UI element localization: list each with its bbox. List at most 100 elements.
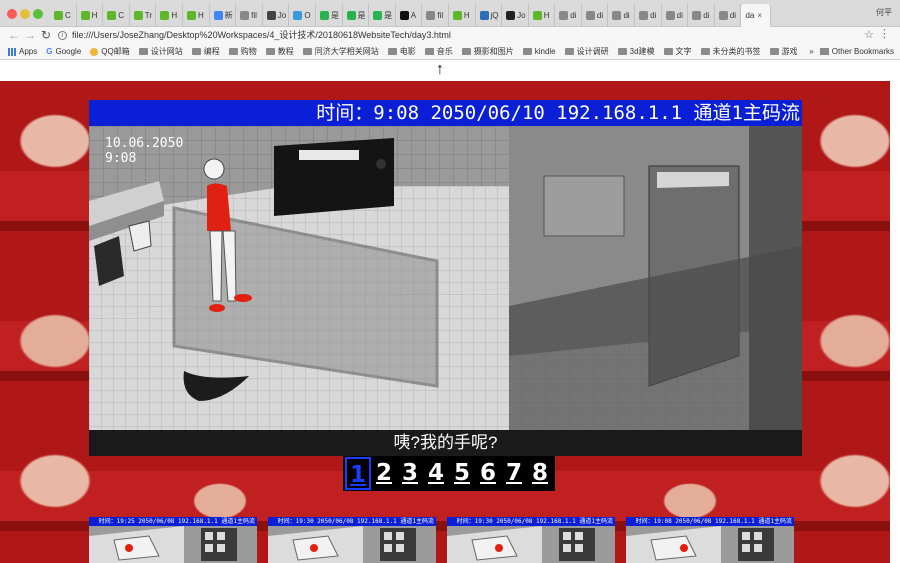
scene-thumbnail[interactable]: 时间：19:25 2050/06/08 192.168.1.1 通道1主码流 (89, 517, 257, 563)
tab-label: H (171, 11, 178, 20)
bookmark-star-icon[interactable]: ☆ (864, 28, 874, 41)
tab-label: fil (437, 11, 444, 20)
bookmark-item[interactable]: G Google (46, 47, 81, 56)
browser-tab[interactable]: H (183, 4, 210, 27)
page-link-5[interactable]: 5 (449, 457, 475, 490)
browser-tab[interactable]: fil (422, 4, 449, 27)
browser-tab[interactable]: di (715, 4, 742, 27)
bookmark-item[interactable]: 设计调研 (564, 46, 609, 57)
page-link-2[interactable]: 2 (371, 457, 397, 490)
bookmark-item[interactable]: Apps (8, 47, 37, 56)
browser-tab[interactable]: 是 (369, 4, 396, 27)
page-link-7[interactable]: 7 (501, 457, 527, 490)
bookmark-label: kindle (534, 47, 556, 56)
bookmark-item[interactable]: 购物 (228, 46, 257, 57)
browser-tab[interactable]: jQ (476, 4, 503, 27)
scene-thumbnail[interactable]: 时间：19:30 2050/06/08 192.168.1.1 通道1主码流 (268, 517, 436, 563)
tab-favicon-icon (107, 11, 117, 20)
bookmark-item[interactable]: 游戏 (769, 46, 798, 57)
thumbnail-scene (447, 526, 615, 563)
page-link-3[interactable]: 3 (397, 457, 423, 490)
bookmark-label: 文字 (675, 47, 692, 56)
bookmark-label: 编程 (203, 47, 220, 56)
window-zoom-button[interactable] (33, 9, 43, 19)
scene-thumbnail[interactable]: 时间：19:08 2050/06/08 192.168.1.1 通道1主码流 (626, 517, 794, 563)
browser-tab[interactable]: C (50, 4, 77, 27)
tab-label: Jo (277, 11, 287, 20)
bookmark-item[interactable]: 3d建模 (617, 46, 655, 57)
browser-tab[interactable]: 是 (343, 4, 370, 27)
page-link-4[interactable]: 4 (423, 457, 449, 490)
thumbnail-title: 时间：19:30 2050/06/08 192.168.1.1 通道1主码流 (268, 517, 436, 526)
forward-icon[interactable]: → (24, 28, 36, 42)
bookmark-label: 电影 (399, 47, 416, 56)
bookmarks-overflow-icon[interactable]: » (809, 47, 813, 56)
browser-tab[interactable]: di (555, 4, 582, 27)
url-text[interactable]: file:///Users/JoseZhang/Desktop%20Worksp… (72, 28, 451, 43)
browser-tab[interactable]: H (529, 4, 556, 27)
stamp-date: 10.06.2050 (105, 136, 184, 151)
browser-tab[interactable]: Jo (263, 4, 290, 27)
tab-label: O (304, 11, 311, 20)
bookmark-item[interactable]: 同济大学相关网站 (302, 46, 379, 57)
tab-label: H (463, 11, 470, 20)
bookmark-item[interactable]: 编程 (191, 46, 220, 57)
bookmark-item[interactable]: QQ邮箱 (90, 46, 130, 57)
tab-label: di (570, 11, 577, 20)
other-bookmarks-label[interactable]: Other Bookmarks (832, 47, 894, 56)
back-icon[interactable]: ← (8, 28, 20, 42)
browser-tab[interactable]: di (662, 4, 689, 27)
browser-toolbar: ← → ↻ i file:///Users/JoseZhang/Desktop%… (0, 27, 900, 44)
browser-tab[interactable]: 新 (210, 4, 237, 27)
bookmark-item[interactable]: 文字 (663, 46, 692, 57)
tab-label: 是 (330, 11, 339, 20)
browser-tab[interactable]: H (156, 4, 183, 27)
browser-tab[interactable]: C (103, 4, 130, 27)
address-bar[interactable]: i file:///Users/JoseZhang/Desktop%20Work… (58, 28, 858, 43)
browser-tab[interactable]: H (449, 4, 476, 27)
tab-favicon-icon (160, 11, 170, 20)
browser-tab[interactable]: di (582, 4, 609, 27)
tab-label: 是 (384, 11, 393, 20)
folder-icon (700, 48, 710, 55)
window-minimize-button[interactable] (20, 9, 30, 19)
bookmark-item[interactable]: 设计网站 (138, 46, 183, 57)
browser-tab[interactable]: di (608, 4, 636, 27)
bookmark-item[interactable]: 音乐 (424, 46, 453, 57)
page-link-8[interactable]: 8 (527, 457, 553, 490)
browser-tab[interactable]: A (396, 4, 423, 27)
tab-favicon-icon (399, 11, 409, 20)
folder-icon (387, 48, 397, 55)
tab-label: Jo (517, 11, 526, 20)
info-icon[interactable]: i (58, 31, 67, 40)
browser-tab[interactable]: Jo (502, 4, 529, 27)
menu-icon[interactable]: ⋮ (879, 27, 890, 40)
browser-tab[interactable]: Tr (130, 4, 157, 27)
tab-favicon-icon (479, 11, 489, 20)
browser-tab[interactable]: H (77, 4, 104, 27)
page-link-1[interactable]: 1 (345, 457, 371, 490)
tab-label: jQ (490, 11, 499, 20)
folder-icon (191, 48, 201, 55)
bookmark-item[interactable]: 未分类的书签 (700, 46, 761, 57)
bookmark-item[interactable]: 电影 (387, 46, 416, 57)
bookmarks-bar: Apps G Google QQ邮箱 设计网站 编程 购物 教程 同济大学相关网站 电影 音乐 摄影和… (0, 44, 900, 60)
browser-tab[interactable]: fil (236, 4, 263, 27)
reload-icon[interactable]: ↻ (41, 28, 51, 42)
tab-strip: C H C Tr H H 新 fil Jo O 是是是 Afil HjQ Jo Hdi di di di di di d… (50, 4, 772, 27)
profile-name[interactable]: 何平 (876, 7, 892, 18)
scene-thumbnail[interactable]: 时间：19:30 2050/06/08 192.168.1.1 通道1主码流 (447, 517, 615, 563)
window-close-button[interactable] (7, 9, 17, 19)
other-bookmarks[interactable]: » Other Bookmarks (809, 47, 894, 56)
browser-tab-active[interactable]: da × (741, 4, 772, 27)
tab-close-icon[interactable]: × (757, 11, 762, 20)
bookmark-item[interactable]: kindle (522, 47, 556, 56)
browser-tab[interactable]: 是 (316, 4, 343, 27)
thumbnail-title: 时间：19:30 2050/06/08 192.168.1.1 通道1主码流 (447, 517, 615, 526)
browser-tab[interactable]: O (289, 4, 316, 27)
bookmark-item[interactable]: 教程 (265, 46, 294, 57)
browser-tab[interactable]: di (688, 4, 715, 27)
browser-tab[interactable]: di (635, 4, 662, 27)
page-link-6[interactable]: 6 (475, 457, 501, 490)
bookmark-item[interactable]: 摄影和图片 (461, 46, 514, 57)
